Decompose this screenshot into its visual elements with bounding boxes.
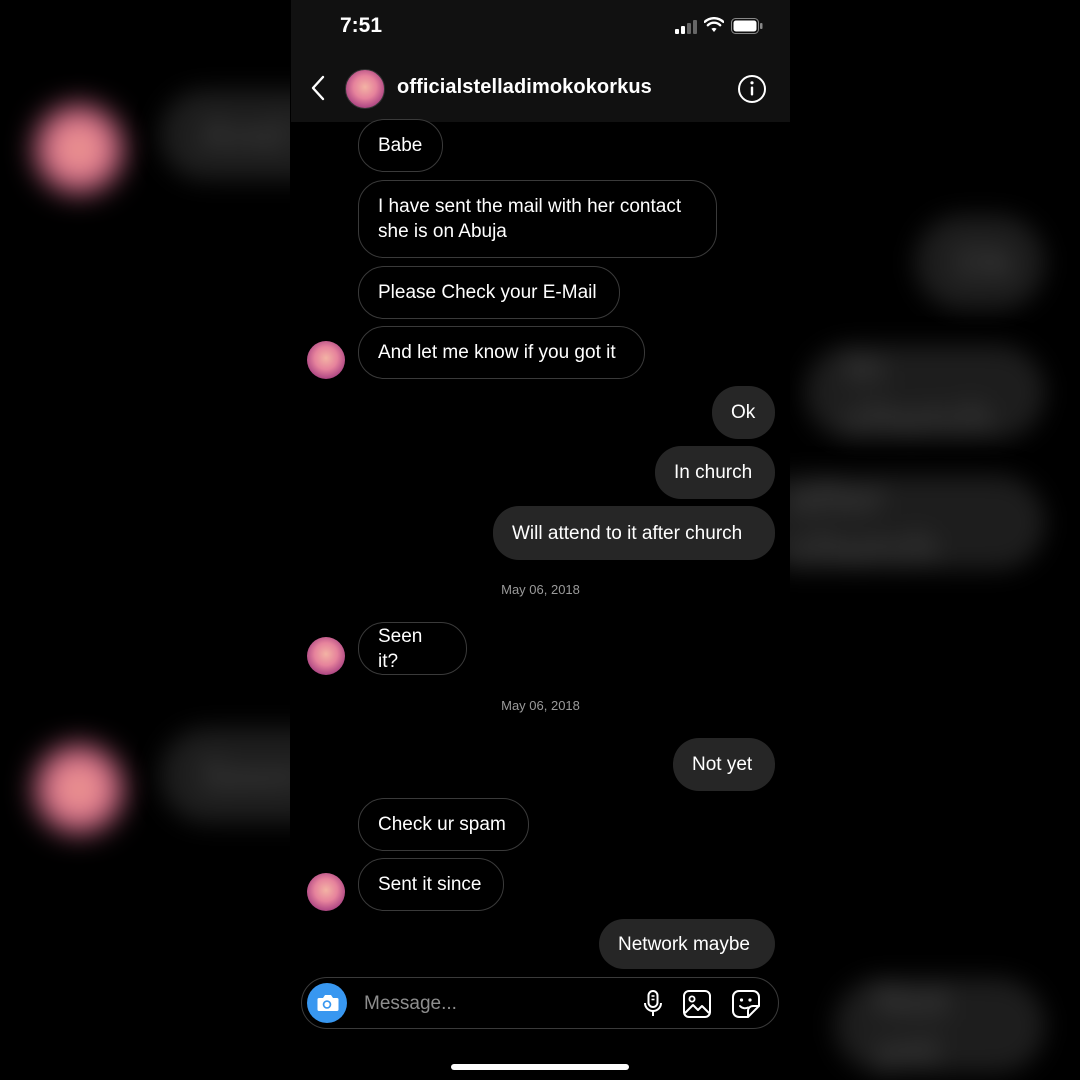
contact-avatar[interactable]	[345, 69, 385, 109]
contact-username[interactable]: officialstelladimokokorkus	[397, 76, 652, 99]
message-input[interactable]	[362, 990, 626, 1018]
status-bar: 7:51	[291, 0, 790, 55]
outgoing-message[interactable]: Not yet	[673, 738, 775, 791]
incoming-message[interactable]: And let me know if you got it	[358, 326, 645, 379]
incoming-message[interactable]: I have sent the mail with her contact sh…	[358, 180, 717, 258]
outgoing-message[interactable]: Ok	[712, 386, 775, 439]
blurred-backdrop-right: Ok In church after church Not yet	[790, 0, 1080, 1080]
camera-icon	[317, 995, 339, 1011]
cellular-signal-icon	[675, 20, 697, 34]
back-arrow-icon[interactable]	[307, 74, 329, 102]
blurred-bubble: Not yet	[835, 976, 1045, 1075]
dm-screen: 7:51 officialstelladimokokorkus Babe I h…	[291, 0, 790, 1080]
blurred-bubble: And l	[160, 90, 290, 180]
incoming-message[interactable]: Babe	[358, 119, 443, 172]
outgoing-message[interactable]: In church	[655, 446, 775, 499]
camera-button[interactable]	[307, 983, 347, 1023]
blurred-bubble: after church	[790, 473, 1045, 572]
wifi-icon	[704, 17, 724, 32]
outgoing-message[interactable]: Network maybe	[599, 919, 775, 969]
contact-avatar[interactable]	[307, 341, 345, 379]
contact-avatar[interactable]	[307, 637, 345, 675]
blurred-bubble: Seen	[160, 728, 290, 823]
home-indicator[interactable]	[451, 1064, 629, 1070]
status-time: 7:51	[340, 14, 383, 37]
battery-icon	[731, 18, 763, 34]
blurred-avatar	[35, 745, 123, 833]
incoming-message[interactable]: Please Check your E-Mail	[358, 266, 620, 319]
gallery-icon[interactable]	[682, 989, 712, 1019]
sticker-icon[interactable]	[731, 989, 761, 1019]
message-composer	[301, 977, 779, 1029]
conversation-header: officialstelladimokokorkus	[291, 55, 790, 122]
blurred-bubble: Ok	[915, 215, 1045, 310]
contact-avatar[interactable]	[307, 873, 345, 911]
blurred-avatar	[35, 105, 123, 193]
incoming-message[interactable]: Check ur spam	[358, 798, 529, 851]
blurred-backdrop-left: And l Seen	[0, 0, 290, 1080]
blurred-bubble: In church	[805, 343, 1045, 442]
outgoing-message[interactable]: Will attend to it after church	[493, 506, 775, 560]
microphone-icon[interactable]	[640, 989, 666, 1019]
date-stamp: May 06, 2018	[501, 582, 580, 597]
date-stamp: May 06, 2018	[501, 698, 580, 713]
info-icon[interactable]	[737, 74, 767, 104]
incoming-message[interactable]: Seen it?	[358, 622, 467, 675]
incoming-message[interactable]: Sent it since	[358, 858, 504, 911]
